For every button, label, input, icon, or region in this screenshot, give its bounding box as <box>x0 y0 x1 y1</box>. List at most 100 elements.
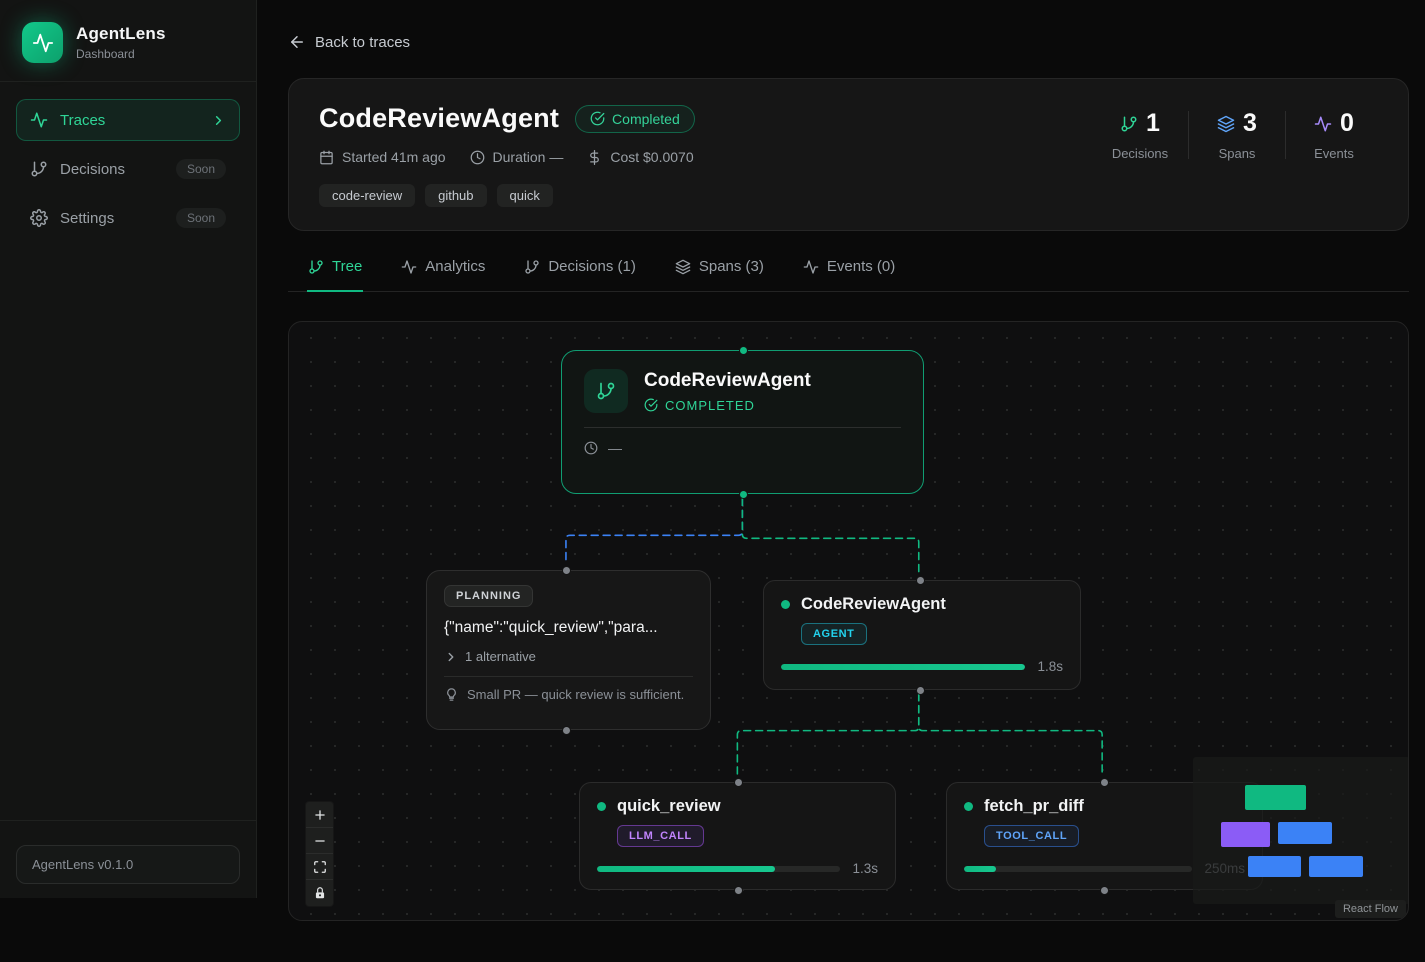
trace-header-card: CodeReviewAgent Completed Started 41m ag… <box>288 78 1409 231</box>
status-dot <box>964 802 973 811</box>
trace-stats: 1 Decisions 3 Spans 0 <box>1096 109 1378 206</box>
zoom-in-button[interactable] <box>306 802 333 828</box>
handle-quick-review-bottom[interactable] <box>734 886 743 895</box>
back-link-label: Back to traces <box>315 34 410 51</box>
fit-view-button[interactable] <box>306 854 333 880</box>
handle-fetch-pr-diff-bottom[interactable] <box>1100 886 1109 895</box>
handle-fetch-pr-diff-top[interactable] <box>1100 778 1109 787</box>
dollar-icon <box>587 150 602 165</box>
view-tabs: Tree Analytics Decisions (1) Spans (3) E… <box>288 258 1409 292</box>
handle-root-top[interactable] <box>739 346 748 355</box>
span-type-badge: AGENT <box>801 623 867 645</box>
tab-label: Decisions (1) <box>548 258 636 275</box>
react-flow-attribution[interactable]: React Flow <box>1335 900 1406 918</box>
sidebar-item-decisions[interactable]: Decisions Soon <box>16 148 240 190</box>
duration-bar <box>781 664 1025 670</box>
alternatives-label: 1 alternative <box>465 649 536 664</box>
stat-label: Decisions <box>1112 146 1168 161</box>
handle-agent-top[interactable] <box>916 576 925 585</box>
git-branch-icon <box>584 369 628 413</box>
main-content: Back to traces CodeReviewAgent Completed… <box>257 0 1425 962</box>
node-status: COMPLETED <box>665 398 755 413</box>
sidebar-item-label: Settings <box>60 210 114 227</box>
trace-tree-canvas[interactable]: CodeReviewAgent COMPLETED — PLANNING {" <box>288 321 1409 921</box>
app-subtitle: Dashboard <box>76 47 166 61</box>
handle-quick-review-top[interactable] <box>734 778 743 787</box>
tag-list: code-review github quick <box>319 184 695 207</box>
duration-bar-fill <box>597 866 775 872</box>
handle-decision-top[interactable] <box>562 566 571 575</box>
tab-tree[interactable]: Tree <box>307 258 363 292</box>
tab-label: Events (0) <box>827 258 895 275</box>
stat-value: 3 <box>1243 109 1257 138</box>
stat-value: 0 <box>1340 109 1354 138</box>
arrow-left-icon <box>288 33 306 51</box>
handle-agent-bottom[interactable] <box>916 686 925 695</box>
node-divider <box>444 676 693 677</box>
edge-agent-to-quick-review <box>737 694 918 776</box>
sidebar: AgentLens Dashboard Traces Decisions Soo… <box>0 0 257 898</box>
tab-events[interactable]: Events (0) <box>802 258 896 292</box>
app-name: AgentLens <box>76 24 166 44</box>
stat-value: 1 <box>1146 109 1160 138</box>
tab-spans[interactable]: Spans (3) <box>674 258 765 292</box>
sidebar-item-settings[interactable]: Settings Soon <box>16 197 240 239</box>
node-title: quick_review <box>617 797 721 816</box>
decision-reason: Small PR — quick review is sufficient. <box>467 687 684 702</box>
stat-divider <box>1285 111 1286 159</box>
lock-button[interactable] <box>306 880 333 906</box>
app: AgentLens Dashboard Traces Decisions Soo… <box>0 0 1425 962</box>
tab-decisions[interactable]: Decisions (1) <box>523 258 637 292</box>
stat-label: Spans <box>1219 146 1256 161</box>
span-duration: 1.3s <box>852 861 878 876</box>
duration-meta: Duration — <box>470 149 564 165</box>
node-duration: — <box>608 440 622 456</box>
status-dot <box>597 802 606 811</box>
sidebar-item-traces[interactable]: Traces <box>16 99 240 141</box>
span-duration: 1.8s <box>1037 659 1063 674</box>
minimap-node-root <box>1245 785 1306 810</box>
calendar-icon <box>319 150 334 165</box>
zoom-out-button[interactable] <box>306 828 333 854</box>
handle-decision-bottom[interactable] <box>562 726 571 735</box>
git-branch-icon <box>308 259 324 275</box>
span-type-badge: LLM_CALL <box>617 825 704 847</box>
stat-decisions: 1 Decisions <box>1096 109 1184 161</box>
sidebar-footer: AgentLens v0.1.0 <box>0 820 256 898</box>
duration-bar-fill <box>781 664 1025 670</box>
edge-root-to-decision <box>566 498 742 564</box>
chevron-right-icon <box>211 113 226 128</box>
decision-value: {"name":"quick_review","para... <box>444 619 693 637</box>
status-badge-label: Completed <box>612 111 680 127</box>
status-dot <box>781 600 790 609</box>
handle-root-bottom[interactable] <box>739 490 748 499</box>
started-meta: Started 41m ago <box>319 149 446 165</box>
soon-badge: Soon <box>176 208 226 228</box>
stat-label: Events <box>1314 146 1354 161</box>
minimap-node-quick-review <box>1248 856 1301 877</box>
minimap-node-decision <box>1221 822 1270 847</box>
minimap-node-agent-span <box>1278 822 1332 844</box>
chevron-right-icon <box>444 650 458 664</box>
tab-analytics[interactable]: Analytics <box>400 258 486 292</box>
trace-title: CodeReviewAgent <box>319 103 559 134</box>
span-node-codereviewagent[interactable]: CodeReviewAgent AGENT 1.8s <box>763 580 1081 690</box>
sidebar-item-label: Traces <box>60 112 105 129</box>
cost-meta: Cost $0.0070 <box>587 149 693 165</box>
stat-spans: 3 Spans <box>1193 109 1281 161</box>
stat-divider <box>1188 111 1189 159</box>
span-node-quick-review[interactable]: quick_review LLM_CALL 1.3s <box>579 782 896 890</box>
started-text: Started 41m ago <box>342 149 446 165</box>
lightbulb-icon <box>444 687 459 702</box>
duration-bar-fill <box>964 866 996 872</box>
root-node-codereviewagent[interactable]: CodeReviewAgent COMPLETED — <box>561 350 924 494</box>
tag: quick <box>497 184 553 207</box>
minimap[interactable] <box>1193 757 1409 904</box>
decision-type-badge: PLANNING <box>444 585 533 607</box>
back-link[interactable]: Back to traces <box>288 33 410 51</box>
tab-label: Spans (3) <box>699 258 764 275</box>
clock-icon <box>584 441 598 455</box>
decision-node-planning[interactable]: PLANNING {"name":"quick_review","para...… <box>426 570 711 730</box>
edge-root-to-agent-span <box>742 498 918 574</box>
alternatives-toggle[interactable]: 1 alternative <box>444 649 693 664</box>
